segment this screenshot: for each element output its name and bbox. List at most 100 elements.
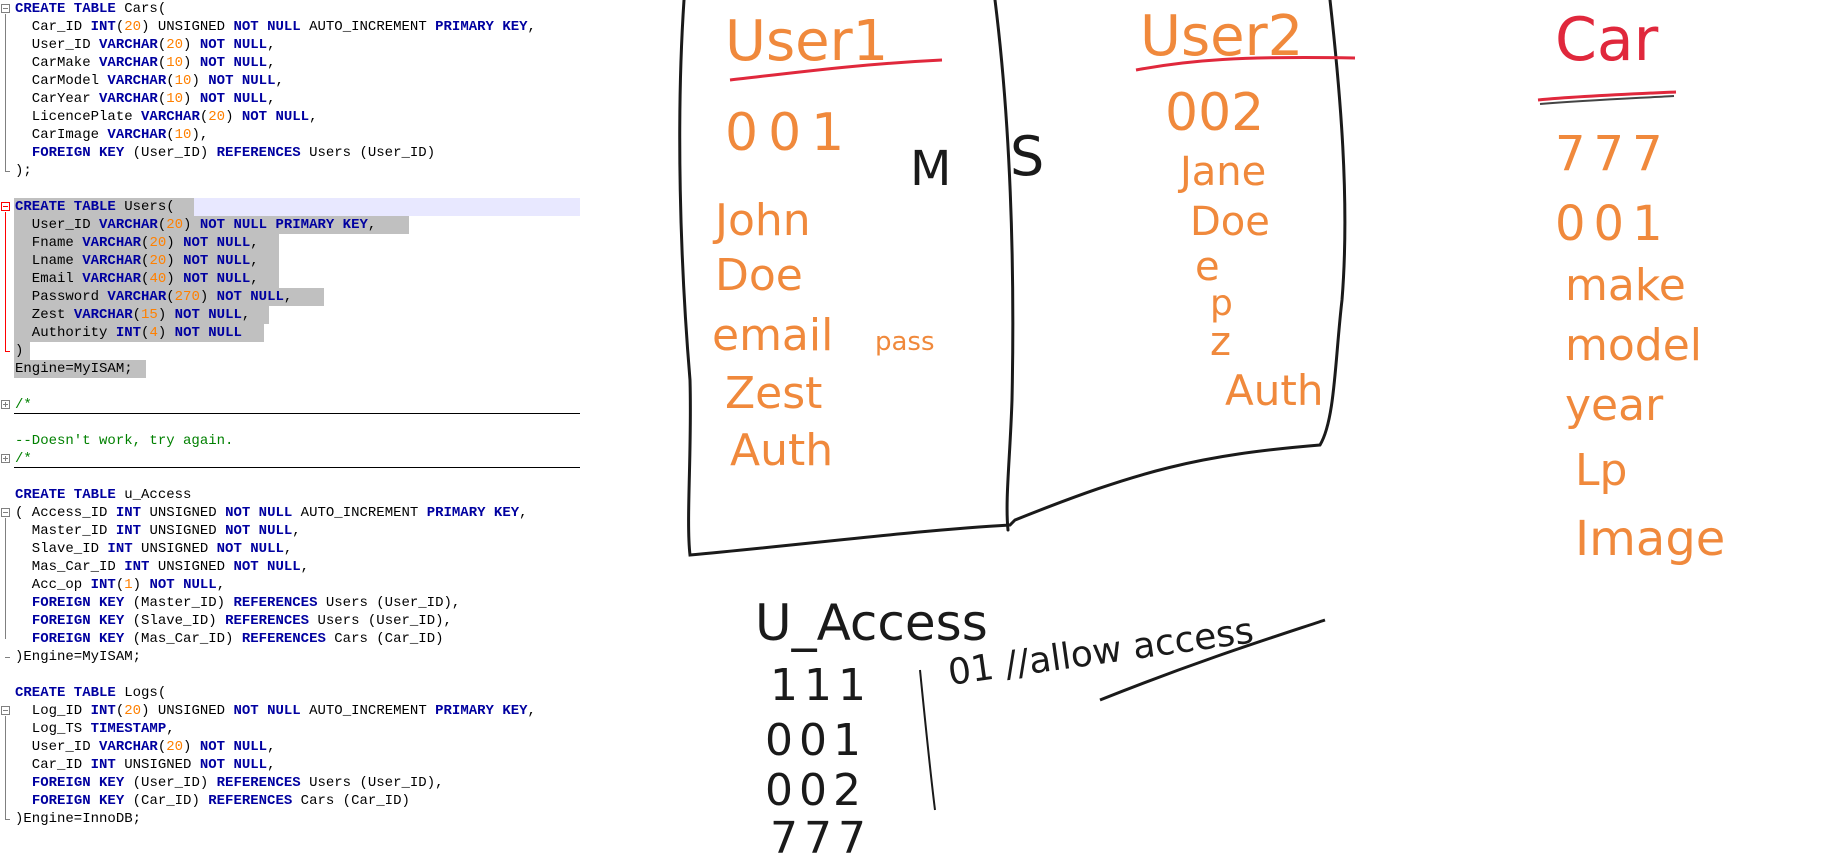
- code-line[interactable]: Slave_ID INT UNSIGNED NOT NULL,: [0, 540, 580, 558]
- code-token: TIMESTAMP: [90, 721, 167, 737]
- code-line[interactable]: CREATE TABLE Users(: [0, 198, 580, 216]
- code-line[interactable]: )Engine=InnoDB;: [0, 810, 580, 828]
- collapse-fold-icon[interactable]: [1, 508, 10, 517]
- code-line[interactable]: FOREIGN KEY (Master_ID) REFERENCES Users…: [0, 594, 580, 612]
- code-token: FOREIGN KEY: [31, 145, 125, 161]
- sketch-canvas: User1 001 M John Doe email pass Zest Aut…: [678, 0, 1725, 853]
- code-token: User_ID: [15, 217, 100, 233]
- code-line[interactable]: User_ID VARCHAR(20) NOT NULL,: [0, 36, 580, 54]
- code-token: NOT NULL PRIMARY KEY: [199, 217, 368, 233]
- code-line[interactable]: CarImage VARCHAR(10),: [0, 126, 580, 144]
- code-line[interactable]: Zest VARCHAR(15) NOT NULL,: [0, 306, 580, 324]
- code-line[interactable]: /*: [0, 396, 580, 414]
- code-line[interactable]: Car_ID INT(20) UNSIGNED NOT NULL AUTO_IN…: [0, 18, 580, 36]
- code-line[interactable]: Password VARCHAR(270) NOT NULL,: [0, 288, 580, 306]
- code-line[interactable]: CREATE TABLE Logs(: [0, 684, 580, 702]
- code-line[interactable]: Email VARCHAR(40) NOT NULL,: [0, 270, 580, 288]
- code-token: (: [199, 109, 209, 125]
- code-token: REFERENCES: [216, 145, 301, 161]
- code-token: 40: [149, 271, 167, 287]
- code-line[interactable]: /*: [0, 450, 580, 468]
- code-line[interactable]: Lname VARCHAR(20) NOT NULL,: [0, 252, 580, 270]
- code-token: ): [132, 577, 150, 593]
- u-access-value: 001: [765, 715, 867, 766]
- code-line[interactable]: User_ID VARCHAR(20) NOT NULL,: [0, 738, 580, 756]
- expand-fold-icon[interactable]: [1, 400, 10, 409]
- code-text: ): [15, 342, 23, 360]
- code-token: ): [15, 343, 24, 359]
- code-line[interactable]: ( Access_ID INT UNSIGNED NOT NULL AUTO_I…: [0, 504, 580, 522]
- code-token: ,: [241, 307, 251, 323]
- code-line[interactable]: [0, 180, 580, 198]
- code-token: (: [115, 577, 125, 593]
- code-token: CarModel: [15, 73, 108, 89]
- code-text: Authority INT(4) NOT NULL: [15, 324, 242, 342]
- code-token: (: [157, 55, 167, 71]
- code-line[interactable]: [0, 414, 580, 432]
- code-token: (: [132, 307, 142, 323]
- code-line[interactable]: Mas_Car_ID INT UNSIGNED NOT NULL,: [0, 558, 580, 576]
- code-token: 270: [174, 289, 200, 305]
- code-token: NOT NULL: [216, 541, 284, 557]
- code-line[interactable]: --Doesn't work, try again.: [0, 432, 580, 450]
- code-editor[interactable]: CREATE TABLE Cars( Car_ID INT(20) UNSIGN…: [0, 0, 580, 853]
- collapse-fold-icon[interactable]: [1, 706, 10, 715]
- code-line[interactable]: );: [0, 162, 580, 180]
- u-access-value: 002: [765, 765, 867, 816]
- code-token: 20: [208, 109, 226, 125]
- fold-end-tick: [5, 657, 10, 658]
- code-token: (: [166, 127, 175, 143]
- code-token: NOT NULL: [183, 271, 251, 287]
- code-line[interactable]: [0, 468, 580, 486]
- code-line[interactable]: )Engine=MyISAM;: [0, 648, 580, 666]
- code-line[interactable]: CarYear VARCHAR(10) NOT NULL,: [0, 90, 580, 108]
- code-line[interactable]: LicencePlate VARCHAR(20) NOT NULL,: [0, 108, 580, 126]
- code-line[interactable]: Car_ID INT UNSIGNED NOT NULL,: [0, 756, 580, 774]
- code-line[interactable]: Log_TS TIMESTAMP,: [0, 720, 580, 738]
- code-line[interactable]: CREATE TABLE Cars(: [0, 0, 580, 18]
- code-line[interactable]: FOREIGN KEY (User_ID) REFERENCES Users (…: [0, 774, 580, 792]
- code-token: 10: [174, 127, 192, 143]
- code-token: INT: [90, 757, 116, 773]
- code-line[interactable]: Master_ID INT UNSIGNED NOT NULL,: [0, 522, 580, 540]
- user2-item: Auth: [1225, 366, 1323, 415]
- code-line[interactable]: FOREIGN KEY (Car_ID) REFERENCES Cars (Ca…: [0, 792, 580, 810]
- code-text: )Engine=InnoDB;: [15, 810, 141, 828]
- fold-guide: [5, 518, 6, 639]
- code-line[interactable]: CarMake VARCHAR(10) NOT NULL,: [0, 54, 580, 72]
- code-token: INT: [107, 541, 133, 557]
- code-line[interactable]: Fname VARCHAR(20) NOT NULL,: [0, 234, 580, 252]
- user1-item: Auth: [730, 425, 833, 476]
- code-token: 15: [141, 307, 158, 323]
- code-token: INT: [90, 19, 116, 35]
- code-line[interactable]: Log_ID INT(20) UNSIGNED NOT NULL AUTO_IN…: [0, 702, 580, 720]
- expand-fold-icon[interactable]: [1, 454, 10, 463]
- code-token: AUTO_INCREMENT: [300, 19, 436, 35]
- code-line[interactable]: FOREIGN KEY (Slave_ID) REFERENCES Users …: [0, 612, 580, 630]
- collapse-fold-icon[interactable]: [1, 4, 10, 13]
- code-token: AUTO_INCREMENT: [300, 703, 436, 719]
- code-line[interactable]: CREATE TABLE u_Access: [0, 486, 580, 504]
- code-token: REFERENCES: [225, 613, 310, 629]
- code-token: VARCHAR: [99, 217, 158, 233]
- code-line[interactable]: User_ID VARCHAR(20) NOT NULL PRIMARY KEY…: [0, 216, 580, 234]
- code-line[interactable]: Authority INT(4) NOT NULL: [0, 324, 580, 342]
- code-token: CREATE TABLE: [15, 1, 116, 17]
- code-line[interactable]: CarModel VARCHAR(10) NOT NULL,: [0, 72, 580, 90]
- code-text: LicencePlate VARCHAR(20) NOT NULL,: [15, 108, 318, 126]
- code-text: CarMake VARCHAR(10) NOT NULL,: [15, 54, 276, 72]
- code-line[interactable]: Acc_op INT(1) NOT NULL,: [0, 576, 580, 594]
- collapse-fold-icon[interactable]: [1, 202, 10, 211]
- code-line[interactable]: ): [0, 342, 580, 360]
- code-token: ): [166, 235, 184, 251]
- code-line[interactable]: [0, 378, 580, 396]
- code-text: Engine=MyISAM;: [15, 360, 133, 378]
- code-line[interactable]: [0, 666, 580, 684]
- code-line[interactable]: FOREIGN KEY (Mas_Car_ID) REFERENCES Cars…: [0, 630, 580, 648]
- code-line[interactable]: Engine=MyISAM;: [0, 360, 580, 378]
- fold-end-tick: [5, 819, 10, 820]
- code-token: ,: [267, 55, 276, 71]
- code-token: VARCHAR: [107, 127, 167, 143]
- code-line[interactable]: FOREIGN KEY (User_ID) REFERENCES Users (…: [0, 144, 580, 162]
